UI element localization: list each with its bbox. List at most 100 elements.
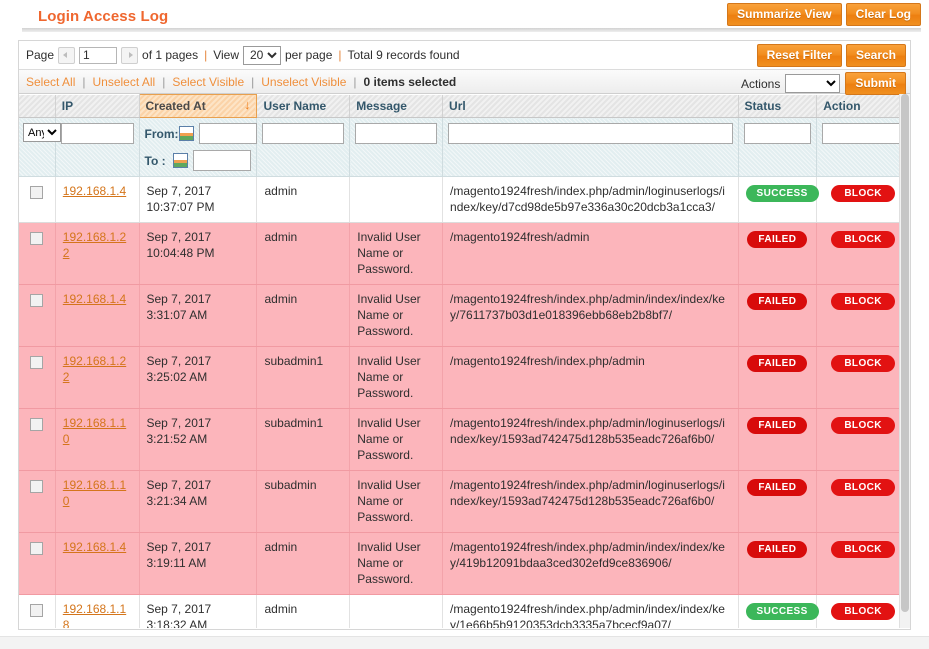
filter-cell-status (738, 118, 817, 177)
row-checkbox[interactable] (30, 604, 43, 617)
column-header-created-at-label: Created At (146, 99, 206, 113)
table-row[interactable]: 192.168.1.22Sep 7, 2017 3:25:02 AMsubadm… (19, 347, 910, 409)
filter-status-input[interactable] (744, 123, 812, 144)
calendar-icon[interactable] (173, 153, 188, 168)
ip-link[interactable]: 192.168.1.4 (63, 292, 126, 306)
row-ip-cell: 192.168.1.22 (55, 347, 139, 409)
table-row[interactable]: 192.168.1.22Sep 7, 2017 10:04:48 PMadmin… (19, 223, 910, 285)
row-message-cell: Invalid User Name or Password. (350, 409, 443, 471)
row-created-at-cell: Sep 7, 2017 3:31:07 AM (139, 285, 257, 347)
calendar-icon[interactable] (179, 126, 194, 141)
block-button[interactable]: BLOCK (831, 417, 895, 434)
block-button[interactable]: BLOCK (831, 185, 895, 202)
filter-checkbox-select[interactable]: Any (23, 123, 61, 142)
row-checkbox[interactable] (30, 418, 43, 431)
row-ip-cell: 192.168.1.10 (55, 409, 139, 471)
column-header-status[interactable]: Status (738, 95, 817, 118)
reset-filter-button[interactable]: Reset Filter (757, 44, 842, 67)
page-number-input[interactable] (79, 47, 117, 64)
next-page-button[interactable] (121, 47, 138, 64)
row-url-cell: /magento1924fresh/index.php/admin (443, 347, 738, 409)
submit-button[interactable]: Submit (845, 72, 906, 95)
massaction-bar: Select All | Unselect All | Select Visib… (19, 69, 910, 94)
row-message-cell: Invalid User Name or Password. (350, 223, 443, 285)
row-user-name-cell: subadmin (257, 471, 350, 533)
scrollbar-thumb[interactable] (901, 94, 909, 612)
block-button[interactable]: BLOCK (831, 541, 895, 558)
clear-log-button[interactable]: Clear Log (846, 3, 921, 26)
ip-link[interactable]: 192.168.1.4 (63, 184, 126, 198)
block-button[interactable]: BLOCK (831, 479, 895, 496)
search-button[interactable]: Search (846, 44, 906, 67)
select-visible-link[interactable]: Select Visible (172, 75, 244, 89)
sort-desc-icon: ↓ (244, 99, 251, 110)
filter-user-name-input[interactable] (262, 123, 344, 144)
block-button[interactable]: BLOCK (831, 355, 895, 372)
ip-link[interactable]: 192.168.1.4 (63, 540, 126, 554)
table-row[interactable]: 192.168.1.4Sep 7, 2017 10:37:07 PMadmin/… (19, 177, 910, 223)
column-header-message[interactable]: Message (350, 95, 443, 118)
per-page-select[interactable]: 20 (243, 46, 281, 65)
total-pages-label: of 1 pages (142, 48, 198, 62)
row-url-cell: /magento1924fresh/admin (443, 223, 738, 285)
row-ip-cell: 192.168.1.10 (55, 471, 139, 533)
table-row[interactable]: 192.168.1.10Sep 7, 2017 3:21:52 AMsubadm… (19, 409, 910, 471)
status-badge: SUCCESS (746, 185, 819, 202)
ip-link[interactable]: 192.168.1.10 (63, 416, 126, 446)
filter-date-from-input[interactable] (199, 123, 257, 144)
ip-link[interactable]: 192.168.1.18 (63, 602, 126, 628)
select-all-link[interactable]: Select All (26, 75, 75, 89)
row-checkbox-cell (19, 347, 55, 409)
row-user-name-cell: admin (257, 595, 350, 629)
view-label: View (213, 48, 239, 62)
column-header-url[interactable]: Url (443, 95, 738, 118)
row-status-cell: FAILED (738, 347, 817, 409)
row-checkbox[interactable] (30, 542, 43, 555)
previous-page-button[interactable] (58, 47, 75, 64)
grid-table-scroll[interactable]: IP Created At ↓ User Name Message Url Sta… (19, 94, 910, 628)
filter-url-input[interactable] (448, 123, 732, 144)
unselect-all-link[interactable]: Unselect All (92, 75, 155, 89)
filter-date-to-input[interactable] (193, 150, 251, 171)
row-checkbox[interactable] (30, 480, 43, 493)
row-action-cell: BLOCK (817, 177, 910, 223)
row-action-cell: BLOCK (817, 223, 910, 285)
filter-message-input[interactable] (355, 123, 437, 144)
column-header-created-at[interactable]: Created At ↓ (139, 95, 257, 118)
ip-link[interactable]: 192.168.1.22 (63, 354, 126, 384)
block-button[interactable]: BLOCK (831, 293, 895, 310)
row-checkbox[interactable] (30, 356, 43, 369)
column-header-action[interactable]: Action (817, 95, 910, 118)
table-row[interactable]: 192.168.1.18Sep 7, 2017 3:18:32 AMadmin/… (19, 595, 910, 629)
block-button[interactable]: BLOCK (831, 231, 895, 248)
pager-separator-2: | (338, 48, 341, 62)
row-url-cell: /magento1924fresh/index.php/admin/loginu… (443, 409, 738, 471)
grid-body: 192.168.1.4Sep 7, 2017 10:37:07 PMadmin/… (19, 177, 910, 629)
filter-ip-input[interactable] (61, 123, 134, 144)
page-title: Login Access Log (38, 8, 168, 25)
row-status-cell: SUCCESS (738, 177, 817, 223)
grid-filter-row: Any From: To : (19, 118, 910, 177)
row-checkbox[interactable] (30, 294, 43, 307)
block-button[interactable]: BLOCK (831, 603, 895, 620)
pager-buttons: Reset Filter Search (757, 44, 906, 67)
row-checkbox[interactable] (30, 232, 43, 245)
ip-link[interactable]: 192.168.1.10 (63, 478, 126, 508)
table-row[interactable]: 192.168.1.4Sep 7, 2017 3:19:11 AMadminIn… (19, 533, 910, 595)
column-header-user-name[interactable]: User Name (257, 95, 350, 118)
summarize-view-button[interactable]: Summarize View (727, 3, 842, 26)
row-checkbox[interactable] (30, 186, 43, 199)
column-header-ip[interactable]: IP (55, 95, 139, 118)
grid-table: IP Created At ↓ User Name Message Url Sta… (19, 94, 910, 628)
unselect-visible-link[interactable]: Unselect Visible (261, 75, 346, 89)
row-checkbox-cell (19, 223, 55, 285)
filter-action-input[interactable] (822, 123, 904, 144)
filter-to-label: To : (145, 154, 174, 168)
table-row[interactable]: 192.168.1.4Sep 7, 2017 3:31:07 AMadminIn… (19, 285, 910, 347)
table-row[interactable]: 192.168.1.10Sep 7, 2017 3:21:34 AMsubadm… (19, 471, 910, 533)
grid-vertical-scrollbar[interactable] (899, 94, 910, 628)
actions-select[interactable] (785, 74, 840, 93)
ip-link[interactable]: 192.168.1.22 (63, 230, 126, 260)
row-checkbox-cell (19, 471, 55, 533)
row-ip-cell: 192.168.1.4 (55, 177, 139, 223)
